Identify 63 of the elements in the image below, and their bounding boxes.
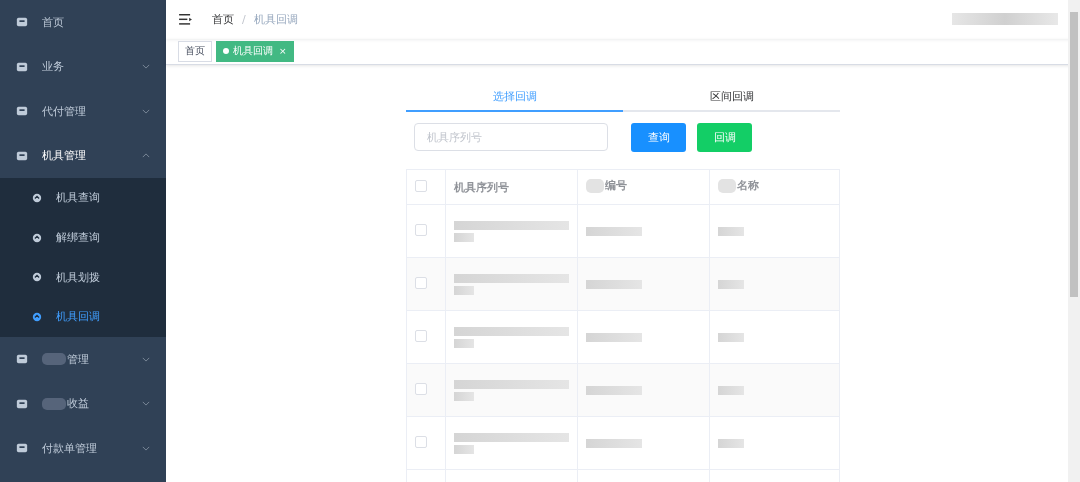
obscured-cell — [718, 438, 744, 448]
select-all-checkbox[interactable] — [415, 179, 427, 192]
tag[interactable]: 首页 — [178, 40, 212, 62]
obscured-text — [718, 178, 736, 193]
obscured-text — [42, 397, 66, 410]
chevron-icon — [142, 64, 150, 70]
submenu-icon — [32, 311, 42, 322]
obscured-cell — [718, 226, 744, 236]
scrollbar[interactable] — [1068, 0, 1080, 482]
chevron-icon — [142, 153, 150, 159]
row-checkbox[interactable] — [415, 435, 427, 448]
breadcrumb-item: 机具回调 — [253, 11, 298, 27]
menu-item[interactable]: 付款单管理 — [0, 425, 166, 471]
submenu-item[interactable]: 解绑查询 — [0, 217, 166, 258]
submenu-icon — [32, 272, 42, 283]
obscured-cell — [454, 285, 474, 295]
obscured-cell — [454, 232, 474, 242]
menu-icon — [16, 397, 28, 410]
menu-item[interactable]: 代付管理 — [0, 89, 166, 134]
submenu-icon — [32, 232, 42, 243]
breadcrumb-item[interactable]: 首页 — [212, 11, 234, 27]
obscured-cell — [718, 332, 744, 342]
chevron-icon — [142, 401, 150, 406]
obscured-cell — [586, 332, 642, 342]
menu-item[interactable]: 首页 — [0, 0, 166, 45]
obscured-text — [586, 178, 604, 193]
menu-item[interactable]: 机具管理 — [0, 133, 166, 178]
column-header: 编号 — [605, 178, 627, 194]
row-checkbox[interactable] — [415, 329, 427, 342]
submenu-item[interactable]: 机具划拨 — [0, 257, 166, 298]
menu-item[interactable]: 业务 — [0, 44, 166, 89]
column-header: 机具序列号 — [454, 179, 509, 195]
menu-icon — [16, 105, 28, 118]
chevron-icon — [142, 356, 150, 362]
obscured-cell — [586, 438, 642, 448]
obscured-cell — [586, 279, 642, 289]
menu-icon — [16, 442, 28, 454]
obscured-cell — [454, 338, 474, 348]
menu-icon — [16, 60, 28, 73]
submenu-icon — [32, 192, 42, 203]
menu-icon — [16, 353, 28, 365]
menu-icon — [16, 149, 28, 162]
menu-item[interactable]: 收益 — [0, 381, 166, 426]
menu-item[interactable]: 管理 — [0, 336, 166, 382]
row-checkbox[interactable] — [415, 382, 427, 395]
obscured-cell — [718, 279, 744, 289]
column-header: 名称 — [737, 178, 759, 194]
tab[interactable]: 区间回调 — [623, 83, 840, 112]
obscured-cell — [454, 391, 474, 401]
row-checkbox[interactable] — [415, 276, 427, 289]
menu-toggle-icon[interactable] — [179, 13, 192, 25]
row-checkbox[interactable] — [415, 223, 427, 236]
obscured-cell — [586, 226, 642, 236]
obscured-cell — [454, 444, 474, 454]
obscured-cell — [718, 385, 744, 395]
submenu-item[interactable]: 机具回调 — [0, 297, 166, 337]
submenu-item[interactable]: 机具查询 — [0, 178, 166, 218]
obscured-cell — [586, 385, 642, 395]
chevron-icon — [142, 108, 150, 114]
menu-icon — [16, 16, 28, 29]
obscured-text — [42, 353, 66, 365]
breadcrumb-separator: / — [242, 12, 246, 26]
chevron-icon — [142, 445, 150, 451]
